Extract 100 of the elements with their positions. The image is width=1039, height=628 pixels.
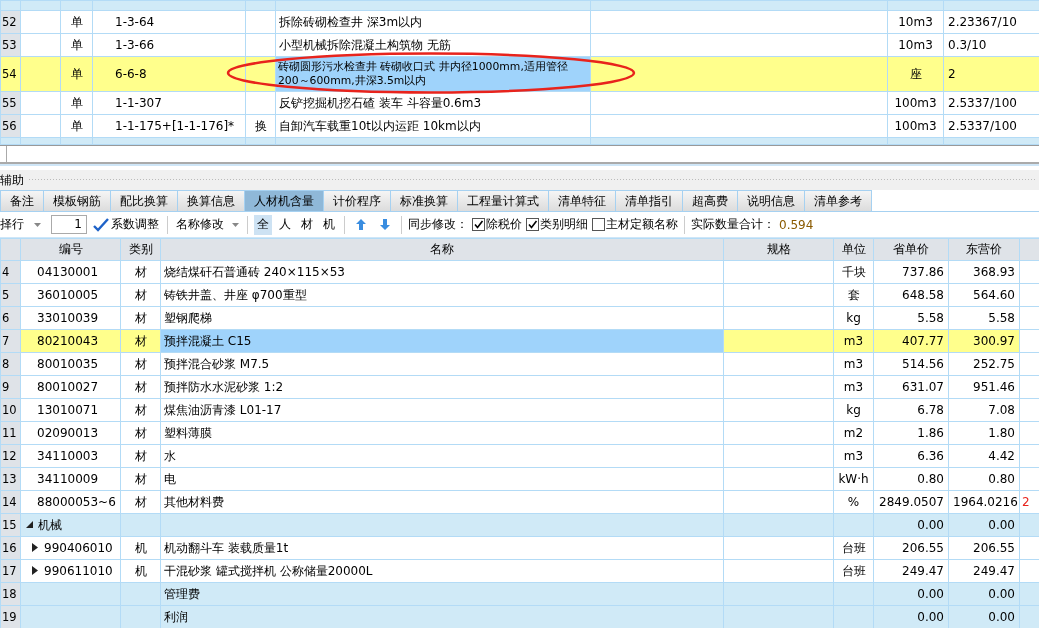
column-header[interactable]: 类别 xyxy=(120,238,161,261)
table-cell: 其他材料费 xyxy=(164,494,224,509)
table-cell: 4.42 xyxy=(948,444,1020,468)
row-number: 16 xyxy=(0,536,21,560)
column-header[interactable]: 东营价 xyxy=(948,238,1020,261)
sync-label: 同步修改： xyxy=(408,216,468,233)
checkbox-label: 主材定额名称 xyxy=(606,216,678,233)
tab[interactable]: 清单参考 xyxy=(804,190,872,211)
column-header[interactable]: 规格 xyxy=(723,238,834,261)
collapse-icon[interactable] xyxy=(25,519,33,529)
move-down-icon[interactable] xyxy=(380,219,390,230)
table-cell: 951.46 xyxy=(948,375,1020,399)
table-cell: kg xyxy=(846,403,861,417)
tab[interactable]: 人材机含量 xyxy=(244,190,324,211)
filter-button[interactable]: 材 xyxy=(298,214,316,235)
tab[interactable]: 超高费 xyxy=(682,190,738,211)
panel-title: 辅助 xyxy=(0,171,24,189)
row-number: 10 xyxy=(0,398,21,422)
row-number: 7 xyxy=(0,329,21,353)
table-cell-text: 33010039 xyxy=(36,311,99,325)
table-cell: 100m3 xyxy=(887,114,944,138)
total-label: 实际数量合计： xyxy=(691,216,775,233)
filter-button[interactable]: 机 xyxy=(320,214,338,235)
column-header[interactable]: 编号 xyxy=(20,238,121,261)
tab[interactable]: 说明信息 xyxy=(737,190,805,211)
expand-icon[interactable] xyxy=(31,566,39,575)
table-cell-text: 34110003 xyxy=(36,449,99,463)
caret-icon[interactable] xyxy=(34,222,41,227)
table-cell: 1964.0216 xyxy=(948,490,1020,514)
table-cell: 249.47 xyxy=(948,559,1020,583)
table-cell: 预拌混合砂浆 M7.5 xyxy=(164,356,270,371)
tab[interactable]: 换算信息 xyxy=(177,190,245,211)
table-cell: 6.36 xyxy=(873,444,949,468)
tab[interactable]: 配比换算 xyxy=(110,190,178,211)
column-header[interactable]: 名称 xyxy=(160,238,724,261)
tab[interactable]: 工程量计算式 xyxy=(457,190,549,211)
table-cell-text: 04130001 xyxy=(36,265,99,279)
row-input[interactable]: 1 xyxy=(51,215,87,234)
tab[interactable]: 标准换算 xyxy=(390,190,458,211)
table-cell: m2 xyxy=(843,426,864,440)
checkbox[interactable] xyxy=(592,218,605,231)
table-cell: 1.86 xyxy=(873,421,949,445)
table-cell: 249.47 xyxy=(873,559,949,583)
table-cell: 7.08 xyxy=(948,398,1020,422)
tab[interactable]: 模板钢筋 xyxy=(43,190,111,211)
table-cell: 台班 xyxy=(841,563,866,578)
tab[interactable]: 清单特征 xyxy=(548,190,616,211)
expand-icon[interactable] xyxy=(31,543,39,552)
checkbox[interactable] xyxy=(472,218,485,231)
move-up-icon[interactable] xyxy=(356,219,366,230)
table-cell: 水 xyxy=(164,448,176,463)
filter-button[interactable]: 人 xyxy=(276,214,294,235)
table-cell: 1-3-64 xyxy=(92,10,246,34)
table-cell: 631.07 xyxy=(873,375,949,399)
checkbox-label: 类别明细 xyxy=(540,216,588,233)
checkbox[interactable] xyxy=(526,218,539,231)
table-cell: 千块 xyxy=(841,264,866,279)
table-cell: 1-1-307 xyxy=(92,91,246,115)
table-cell: 预拌混凝土 C15 xyxy=(164,333,252,348)
tab[interactable]: 清单指引 xyxy=(615,190,683,211)
table-cell-text: 88000053~6 xyxy=(36,495,116,509)
table-cell: 206.55 xyxy=(948,536,1020,560)
row-number: 53 xyxy=(0,33,21,57)
row-number: 55 xyxy=(0,91,21,115)
row-number: 14 xyxy=(0,490,21,514)
table-cell-text: 02090013 xyxy=(36,426,99,440)
table-cell: 反铲挖掘机挖石碴 装车 斗容量0.6m3 xyxy=(275,91,591,115)
column-header[interactable]: 省单价 xyxy=(873,238,949,261)
table-cell: 564.60 xyxy=(948,283,1020,307)
table-cell: m3 xyxy=(843,334,864,348)
table-cell: 铸铁井盖、井座 φ700重型 xyxy=(164,287,307,302)
table-cell: 塑料薄膜 xyxy=(164,425,212,440)
row-number: 11 xyxy=(0,421,21,445)
filter-button[interactable]: 全 xyxy=(254,214,272,235)
rename-dropdown[interactable]: 名称修改 xyxy=(174,216,241,233)
row-number: 12 xyxy=(0,444,21,468)
select-row-label: 择行 xyxy=(0,216,24,233)
table-cell: 材 xyxy=(134,310,147,325)
table-cell-text: 13010071 xyxy=(36,403,99,417)
coefficient-button[interactable]: 系数调整 xyxy=(91,216,161,233)
table-cell: 换 xyxy=(254,118,267,133)
column-header[interactable]: 单位 xyxy=(833,238,874,261)
table-cell: 2849.0507 xyxy=(873,490,949,514)
table-cell: 机动翻斗车 装载质量1t xyxy=(164,540,289,555)
row-number: 19 xyxy=(0,605,21,628)
table-cell: 材 xyxy=(134,425,147,440)
tab[interactable]: 备注 xyxy=(0,190,44,211)
table-cell: 机 xyxy=(134,540,147,555)
table-cell: 材 xyxy=(134,402,147,417)
table-cell: 电 xyxy=(164,471,176,486)
checkmark-icon xyxy=(93,217,109,232)
table-cell: 预拌防水水泥砂浆 1:2 xyxy=(164,379,284,394)
table-cell: 座 xyxy=(887,56,944,92)
tab[interactable]: 计价程序 xyxy=(323,190,391,211)
row-number: 52 xyxy=(0,10,21,34)
table-cell: 材 xyxy=(134,494,147,509)
row-number: 54 xyxy=(0,56,21,92)
row-number: 18 xyxy=(0,582,21,606)
table-cell: m3 xyxy=(843,357,864,371)
table-cell: % xyxy=(847,495,860,509)
